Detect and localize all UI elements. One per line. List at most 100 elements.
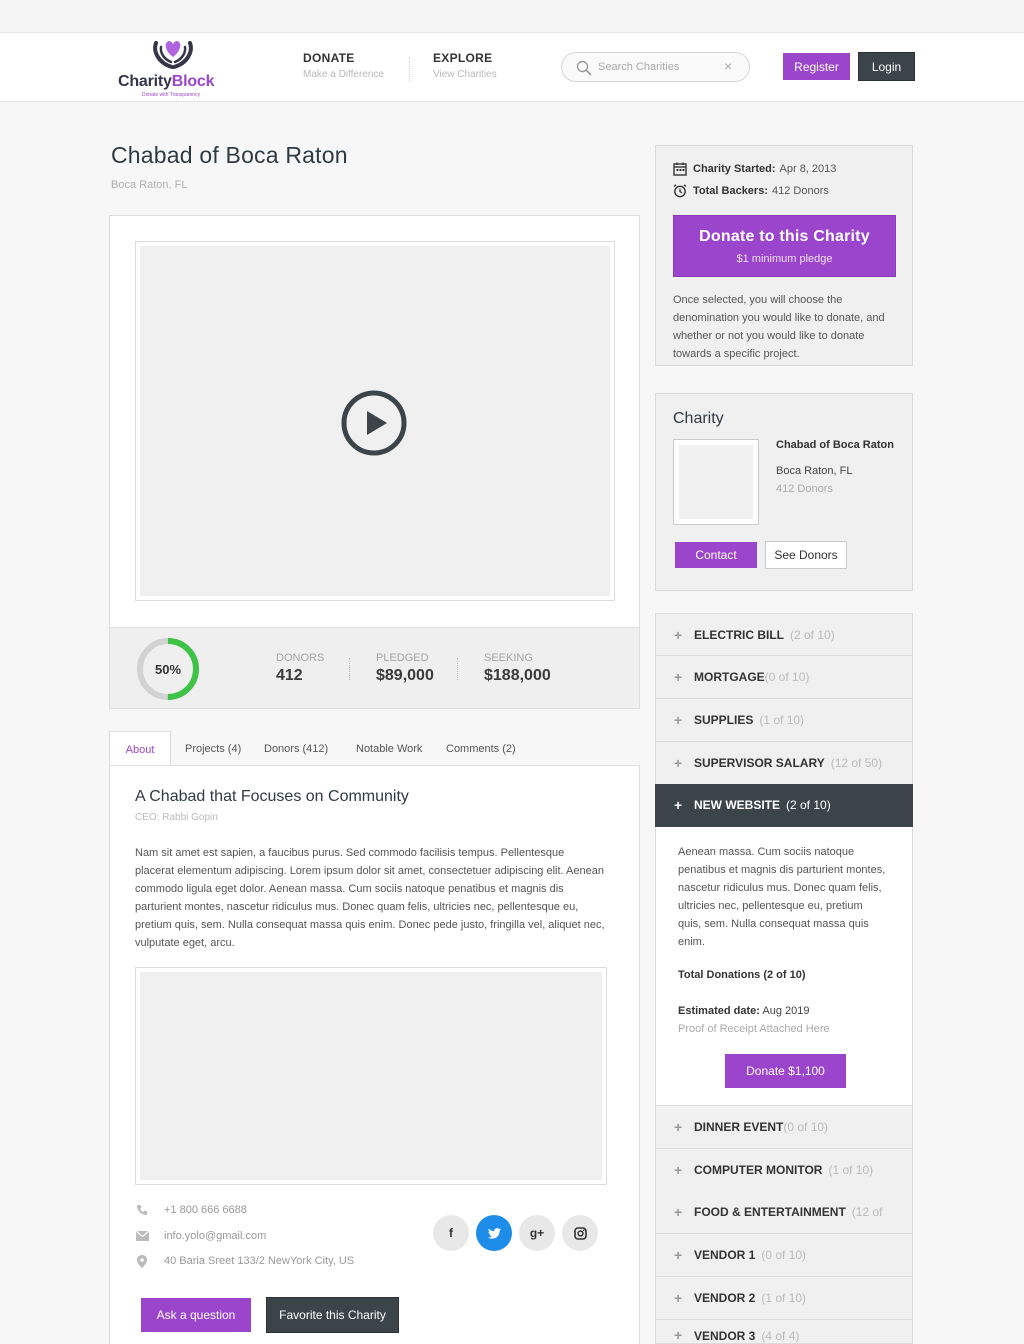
plus-icon: + [674,1119,683,1135]
logo[interactable]: CharityBlock Donate with Transparency [118,37,238,99]
about-card: A Chabad that Focuses on Community CEO: … [109,765,640,1344]
stat-separator [457,658,458,680]
page-location: Boca Raton, FL [111,179,188,191]
calendar-icon [673,162,687,176]
plus-icon: + [674,1290,683,1306]
project-supplies[interactable]: + SUPPLIES (1 of 10) [655,699,913,742]
project-receipt: Proof of Receipt Attached Here [678,1023,830,1035]
site-header: CharityBlock Donate with Transparency DO… [0,32,1024,102]
charity-card-location: Boca Raton, FL [776,465,853,477]
search-box: × [561,52,750,82]
video-player[interactable] [140,246,610,596]
alarm-clock-icon [673,184,687,198]
search-icon [576,60,592,76]
search-input[interactable] [598,59,718,75]
project-total-donations: Total Donations (2 of 10) [678,969,806,981]
contact-email: info.yolo@gmail.com [135,1227,266,1245]
top-strip [0,0,1024,32]
plus-icon: + [674,669,683,685]
about-title: A Chabad that Focuses on Community [135,788,409,805]
facebook-button[interactable]: f [433,1215,469,1251]
contact-address: 40 Baria Sreet 133/2 NewYork City, US [135,1252,354,1270]
stat-donors-value: 412 [276,667,303,684]
stat-pledged-value: $89,000 [376,667,434,684]
stat-seeking: SEEKING $188,000 [484,652,551,685]
donate-note: Once selected, you will choose the denom… [673,294,885,360]
see-donors-button[interactable]: See Donors [765,541,847,569]
project-mortgage[interactable]: + MORTGAGE (0 of 10) [655,656,913,699]
plus-icon: + [674,797,683,813]
charity-started: Charity Started: Apr 8, 2013 [673,162,836,176]
charity-card: Charity Chabad of Boca Raton Boca Raton,… [655,393,913,591]
register-button[interactable]: Register [783,53,850,80]
tab-comments[interactable]: Comments (2) [446,731,516,766]
tab-donors[interactable]: Donors (412) [264,731,328,766]
play-icon[interactable] [340,389,408,457]
charity-card-name: Chabad of Boca Raton [776,439,894,451]
project-vendor-1[interactable]: + VENDOR 1 (0 of 10) [655,1234,913,1277]
tab-about[interactable]: About [109,731,171,767]
project-food-entertainment[interactable]: + FOOD & ENTERTAINMENT (12 of [655,1191,913,1234]
project-description: Aenean massa. Cum sociis natoque penatib… [678,846,886,948]
project-vendor-2[interactable]: + VENDOR 2 (1 of 10) [655,1277,913,1320]
tab-notable-work[interactable]: Notable Work [356,731,422,766]
donate-project-button[interactable]: Donate $1,100 [725,1054,846,1088]
nav-donate[interactable]: DONATE Make a Difference [303,51,384,80]
project-electric-bill[interactable]: + ELECTRIC BILL (2 of 10) [655,613,913,656]
twitter-button[interactable] [476,1215,512,1251]
project-supervisor-salary[interactable]: + SUPERVISOR SALARY (12 of 50) [655,742,913,785]
nav-explore[interactable]: EXPLORE View Charities [433,51,497,80]
envelope-icon [135,1229,149,1243]
instagram-icon [573,1226,587,1240]
about-image [135,967,607,1185]
donate-button-subtitle: $1 minimum pledge [736,252,833,265]
google-plus-button[interactable]: g+ [519,1215,555,1251]
donate-to-charity-button[interactable]: Donate to this Charity $1 minimum pledge [673,215,896,277]
charity-card-donors: 412 Donors [776,483,833,495]
stats-bar: 50% DONORS 412 PLEDGED $89,000 SEEKING $… [110,627,639,708]
favorite-charity-button[interactable]: Favorite this Charity [266,1297,399,1333]
contact-address-text: 40 Baria Sreet 133/2 NewYork City, US [164,1255,355,1267]
logo-tagline: Donate with Transparency [142,92,201,98]
donation-summary-card: Charity Started: Apr 8, 2013 Total Backer… [655,145,913,366]
plus-icon: + [674,1204,683,1220]
stat-seeking-value: $188,000 [484,667,551,684]
plus-icon: + [674,1247,683,1263]
charity-started-value: Apr 8, 2013 [779,163,837,175]
instagram-button[interactable] [562,1215,598,1251]
contact-phone: +1 800 666 6688 [135,1201,247,1219]
phone-icon [135,1203,149,1217]
video-card: 50% DONORS 412 PLEDGED $89,000 SEEKING $… [109,215,640,709]
stat-pledged: PLEDGED $89,000 [376,652,434,685]
total-backers-label: Total Backers: [693,185,768,197]
project-estimated-date: Estimated date: Aug 2019 [678,1005,810,1017]
google-plus-icon: g+ [529,1226,545,1240]
clear-search-icon[interactable]: × [724,58,732,74]
contact-email-text: info.yolo@gmail.com [164,1230,267,1242]
total-backers-value: 412 Donors [772,185,829,197]
plus-icon: + [674,755,683,771]
stat-seeking-label: SEEKING [484,652,533,664]
login-button[interactable]: Login [858,52,915,81]
stat-separator [349,658,350,680]
stat-donors-label: DONORS [276,652,325,664]
project-new-website-details: Aenean massa. Cum sociis natoque penatib… [655,827,913,1106]
contact-button[interactable]: Contact [675,542,757,568]
project-computer-monitor[interactable]: + COMPUTER MONITOR (1 of 10) [655,1149,913,1192]
total-backers: Total Backers: 412 Donors [673,184,829,198]
nav-separator [409,57,410,81]
contact-phone-text: +1 800 666 6688 [164,1204,247,1216]
tab-projects[interactable]: Projects (4) [185,731,241,766]
video-frame [135,241,615,601]
stat-donors: DONORS 412 [276,652,324,685]
plus-icon: + [674,712,683,728]
nav-explore-title: EXPLORE [433,51,493,65]
plus-icon: + [674,1162,683,1178]
project-new-website[interactable]: + NEW WEBSITE (2 of 10) [655,784,913,827]
project-vendor-3[interactable]: + VENDOR 3 (4 of 4) [655,1320,913,1344]
nav-donate-title: DONATE [303,51,355,65]
ask-question-button[interactable]: Ask a question [141,1298,251,1332]
about-ceo: CEO: Rabbi Gopin [135,812,218,823]
project-dinner-event[interactable]: + DINNER EVENT (0 of 10) [655,1106,913,1149]
donate-button-title: Donate to this Charity [699,227,870,245]
